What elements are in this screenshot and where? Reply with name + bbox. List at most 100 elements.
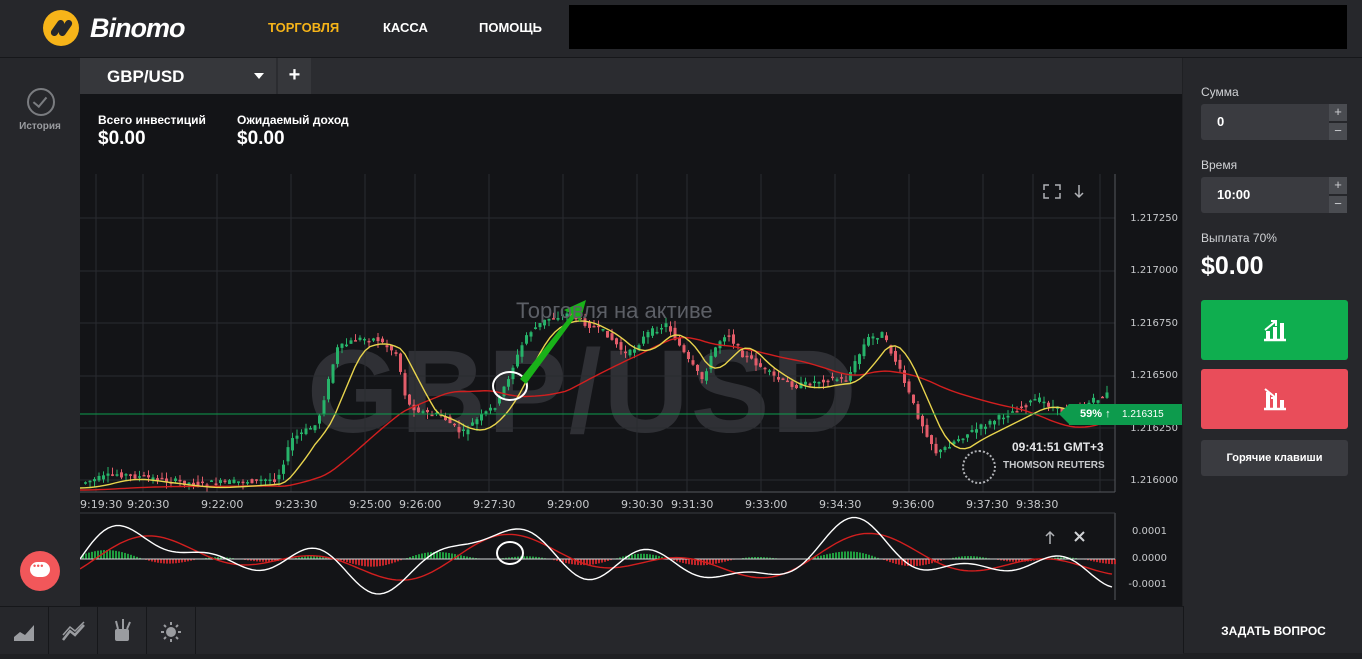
candle-body [426, 410, 429, 412]
candle-body [948, 447, 951, 449]
chevron-down-icon[interactable] [254, 73, 264, 79]
indicators-button[interactable] [49, 607, 98, 654]
histogram-bar [175, 559, 177, 563]
amount-decrease-button[interactable]: − [1329, 123, 1347, 140]
brand-logo[interactable]: Binomo [43, 10, 185, 46]
chart-type-button[interactable] [0, 607, 49, 654]
theme-button[interactable] [147, 607, 196, 654]
histogram-bar [418, 554, 420, 559]
candle-body [944, 447, 947, 450]
candle-body [291, 438, 294, 450]
oscillator-tick: -0.0001 [1128, 579, 1167, 590]
histogram-bar [451, 554, 453, 559]
asset-tab[interactable]: GBP/USD [80, 58, 276, 94]
histogram-bar [589, 559, 591, 565]
sun-icon [147, 607, 195, 654]
histogram-bar [109, 550, 111, 559]
histogram-bar [442, 552, 444, 559]
arrow-up-icon[interactable] [1046, 532, 1054, 544]
price-tick: 1.216750 [1130, 318, 1178, 329]
histogram-bar [835, 552, 837, 559]
candle-body [602, 329, 605, 331]
add-asset-button[interactable]: + [278, 58, 311, 94]
time-decrease-button[interactable]: − [1329, 196, 1347, 213]
fullscreen-icon[interactable] [1044, 185, 1060, 198]
candle-body [1002, 418, 1005, 420]
candle-body [962, 439, 965, 441]
time-input[interactable]: 10:00 [1201, 177, 1329, 213]
candle-body [1025, 405, 1028, 407]
ask-question-button[interactable]: ЗАДАТЬ ВОПРОС [1183, 606, 1362, 653]
histogram-bar [391, 559, 393, 563]
candle-body [341, 344, 344, 348]
amount-input[interactable]: 0 [1201, 104, 1329, 140]
histogram-bar [895, 559, 897, 564]
candle-body [503, 387, 506, 397]
hotkeys-button[interactable]: Горячие клавиши [1201, 440, 1348, 476]
current-price-value: 1.216315 [1122, 404, 1164, 425]
histogram-bar [928, 559, 930, 564]
candle-body [827, 381, 830, 383]
candle-body [678, 338, 681, 346]
close-icon[interactable] [1075, 532, 1084, 541]
chart-area[interactable]: GBP/USD Всего инвестиций $0.00 Ожидаемый… [80, 94, 1182, 606]
candle-body [705, 371, 708, 380]
candle-body [422, 411, 425, 413]
histogram-bar [124, 553, 126, 559]
candle-body [368, 341, 371, 343]
candle-body [885, 335, 888, 340]
candle-body [759, 363, 762, 367]
buy-down-button[interactable] [1201, 369, 1348, 429]
candle-body [404, 373, 407, 395]
histogram-bar [568, 559, 570, 564]
candle-body [831, 377, 834, 379]
candle-body [809, 384, 812, 386]
candle-body [750, 355, 753, 358]
candle-body [237, 481, 240, 483]
candle-body [264, 479, 267, 481]
histogram-bar [685, 559, 687, 564]
chat-icon[interactable] [20, 551, 60, 591]
histogram-bar [355, 559, 357, 565]
candle-body [494, 408, 497, 410]
amount-label: Сумма [1201, 85, 1239, 99]
candle-body [219, 480, 222, 483]
buy-up-button[interactable] [1201, 300, 1348, 360]
area-chart-icon [0, 607, 48, 654]
candle-body [1034, 399, 1037, 401]
histogram-bar [160, 559, 162, 563]
histogram-bar [127, 554, 129, 559]
histogram-bar [601, 559, 603, 563]
histogram-bar [838, 552, 840, 559]
candle-body [975, 429, 978, 432]
histogram-bar [652, 555, 654, 559]
candle-body [696, 365, 699, 371]
histogram-bar [913, 559, 915, 566]
histogram-bar [847, 551, 849, 559]
candle-body [993, 421, 996, 425]
histogram-bar [88, 553, 90, 559]
amount-increase-button[interactable]: + [1329, 104, 1347, 121]
histogram-bar [130, 555, 132, 559]
nav-cashier[interactable]: КАССА [383, 20, 428, 35]
candle-body [651, 328, 654, 335]
candle-body [161, 478, 164, 480]
price-chart[interactable] [80, 94, 1182, 606]
price-tick: 1.216500 [1130, 370, 1178, 381]
nav-trading[interactable]: ТОРГОВЛЯ [268, 20, 339, 35]
histogram-bar [826, 554, 828, 559]
histogram-bar [646, 554, 648, 559]
histogram-bar [112, 550, 114, 559]
trade-panel: Сумма 0 + − Время 10:00 + − Выплата 70% … [1183, 58, 1362, 653]
candle-body [849, 372, 852, 381]
redacted-area [569, 5, 1347, 49]
histogram-bar [865, 554, 867, 559]
candle-body [714, 347, 717, 356]
time-increase-button[interactable]: + [1329, 177, 1347, 194]
nav-help[interactable]: ПОМОЩЬ [479, 20, 542, 35]
drawing-tools-button[interactable] [98, 607, 147, 654]
candle-body [345, 345, 348, 347]
candle-body [980, 424, 983, 428]
arrow-down-icon[interactable] [1075, 185, 1083, 197]
histogram-bar [445, 553, 447, 559]
